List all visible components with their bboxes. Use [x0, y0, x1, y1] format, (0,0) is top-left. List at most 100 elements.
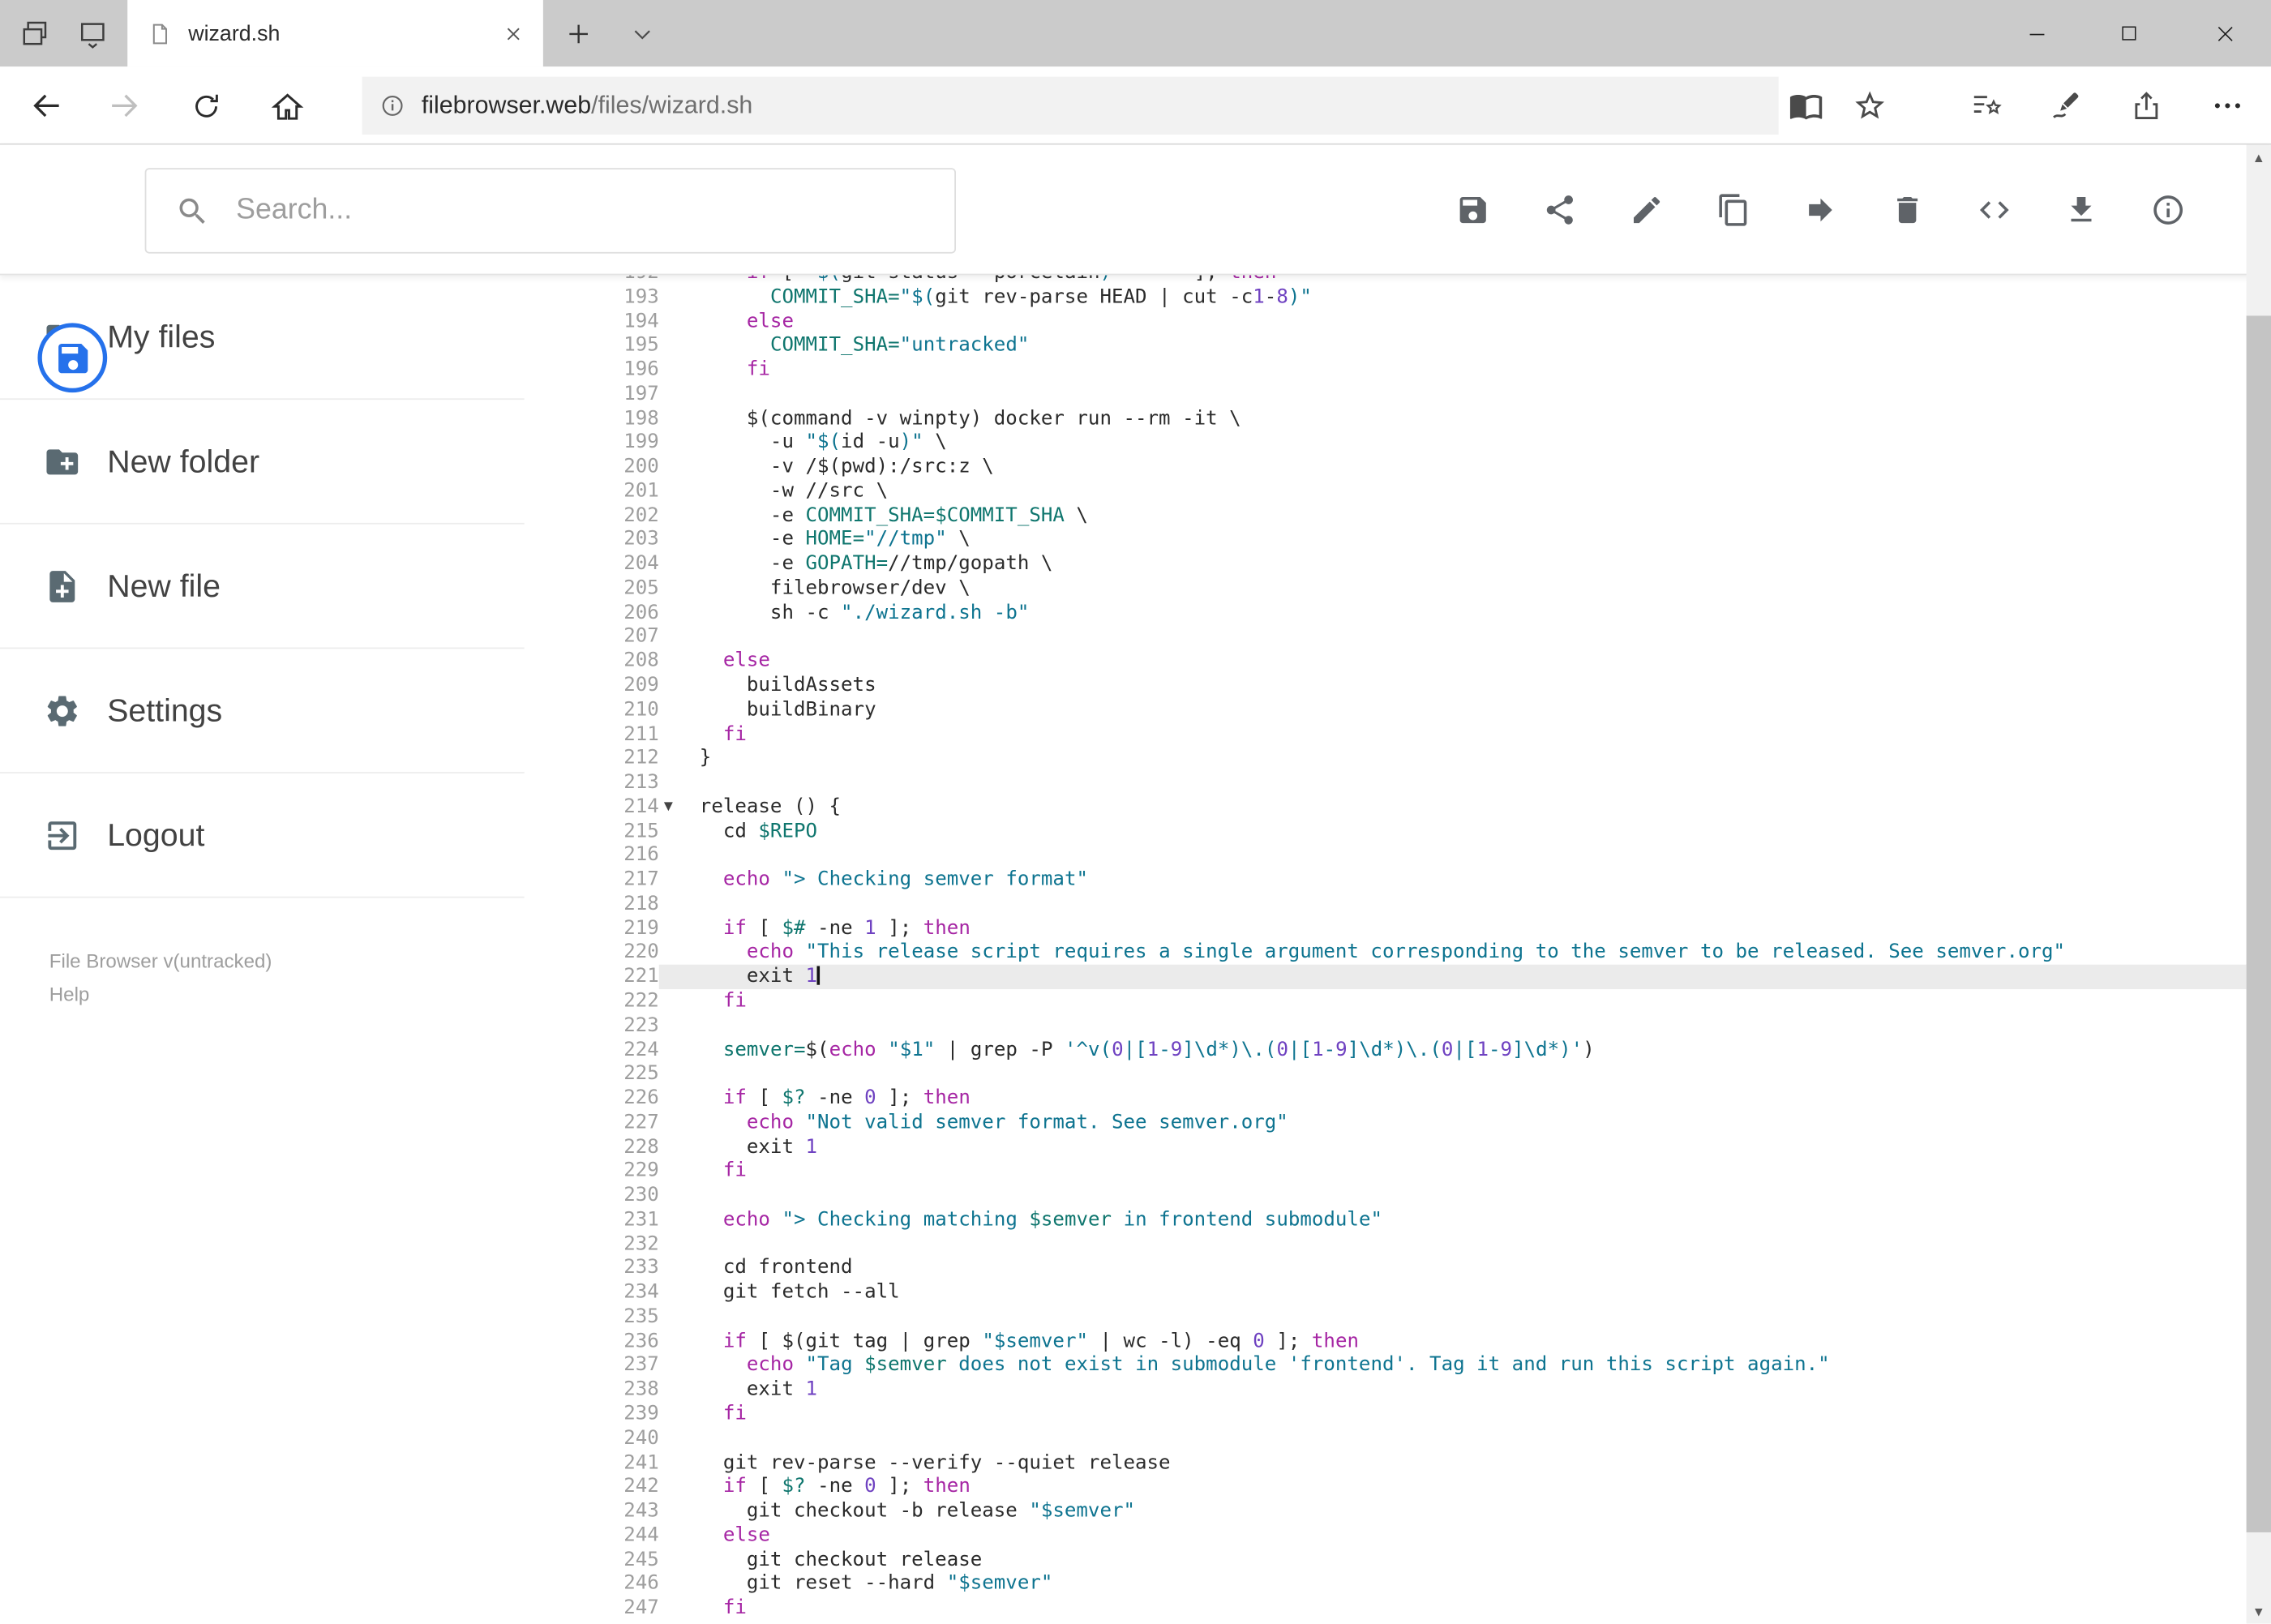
- code-text[interactable]: fi: [678, 1402, 2247, 1426]
- code-text[interactable]: fi: [678, 358, 2247, 382]
- code-text[interactable]: exit 1: [678, 1378, 2247, 1402]
- download-icon[interactable]: [2064, 193, 2099, 228]
- code-text[interactable]: sh -c "./wizard.sh -b": [678, 601, 2247, 625]
- code-text[interactable]: COMMIT_SHA="untracked": [678, 333, 2247, 358]
- code-line[interactable]: 236 if [ $(git tag | grep "$semver" | wc…: [603, 1329, 2247, 1354]
- address-bar[interactable]: filebrowser.web/files/wizard.sh: [362, 76, 1779, 135]
- code-line[interactable]: 197: [603, 382, 2247, 407]
- code-text[interactable]: }: [678, 747, 2247, 771]
- code-line[interactable]: 227 echo "Not valid semver format. See s…: [603, 1110, 2247, 1135]
- code-line[interactable]: 214 ▼ release () {: [603, 795, 2247, 820]
- code-line[interactable]: 196 fi: [603, 358, 2247, 383]
- close-tab-icon[interactable]: [504, 24, 523, 42]
- code-text[interactable]: [678, 892, 2247, 916]
- code-line[interactable]: 222 fi: [603, 989, 2247, 1013]
- code-line[interactable]: 198 $(command -v winpty) docker run --rm…: [603, 406, 2247, 431]
- info-icon[interactable]: [2151, 193, 2186, 228]
- code-line[interactable]: 206 sh -c "./wizard.sh -b": [603, 600, 2247, 625]
- code-line[interactable]: 193 COMMIT_SHA="$(git rev-parse HEAD | c…: [603, 285, 2247, 310]
- code-line[interactable]: 204 -e GOPATH=//tmp/gopath \: [603, 551, 2247, 576]
- code-line[interactable]: 228 exit 1: [603, 1134, 2247, 1159]
- code-line[interactable]: 208 else: [603, 649, 2247, 674]
- hub-icon[interactable]: [1958, 77, 2016, 135]
- code-text[interactable]: cd frontend: [678, 1256, 2247, 1280]
- code-text[interactable]: -u "$(id -u)" \: [678, 431, 2247, 455]
- url-text[interactable]: filebrowser.web/files/wizard.sh: [422, 92, 752, 121]
- code-text[interactable]: if [ $(git tag | grep "$semver" | wc -l)…: [678, 1329, 2247, 1353]
- maximize-icon[interactable]: [2083, 0, 2175, 66]
- code-line[interactable]: 233 cd frontend: [603, 1256, 2247, 1281]
- code-line[interactable]: 229 fi: [603, 1159, 2247, 1184]
- scroll-up-icon[interactable]: ▲: [2247, 145, 2271, 169]
- close-icon[interactable]: [2179, 0, 2271, 66]
- code-text[interactable]: else: [678, 649, 2247, 674]
- code-text[interactable]: buildBinary: [678, 698, 2247, 722]
- search-box[interactable]: [144, 168, 956, 254]
- code-text[interactable]: buildAssets: [678, 674, 2247, 698]
- code-text[interactable]: fi: [678, 989, 2247, 1013]
- code-text[interactable]: [678, 843, 2247, 868]
- file-browser-logo[interactable]: [37, 323, 108, 393]
- code-text[interactable]: git reset --hard "$semver": [678, 1572, 2247, 1596]
- code-line[interactable]: 239 fi: [603, 1402, 2247, 1427]
- code-line[interactable]: 240: [603, 1426, 2247, 1451]
- code-text[interactable]: [678, 770, 2247, 795]
- code-line[interactable]: 205 filebrowser/dev \: [603, 576, 2247, 601]
- code-line[interactable]: 209 buildAssets: [603, 673, 2247, 698]
- forward-icon[interactable]: [96, 77, 153, 135]
- code-line[interactable]: 213: [603, 770, 2247, 795]
- code-line[interactable]: 194 else: [603, 309, 2247, 334]
- code-text[interactable]: -w //src \: [678, 479, 2247, 503]
- code-line[interactable]: 219 if [ $# -ne 1 ]; then: [603, 916, 2247, 941]
- back-icon[interactable]: [17, 77, 75, 135]
- code-text[interactable]: -v /$(pwd):/src:z \: [678, 455, 2247, 479]
- sidebar-item-new-file[interactable]: New file: [0, 525, 525, 649]
- code-text[interactable]: filebrowser/dev \: [678, 576, 2247, 601]
- page-scrollbar[interactable]: ▲ ▼: [2246, 144, 2271, 1624]
- code-editor[interactable]: 192 if [ "$(git status --porcelain)" = "…: [603, 260, 2247, 1624]
- fold-arrow-icon[interactable]: ▼: [659, 795, 678, 819]
- code-line[interactable]: 211 fi: [603, 722, 2247, 747]
- code-line[interactable]: 218: [603, 892, 2247, 917]
- search-input[interactable]: [236, 194, 926, 228]
- scroll-down-icon[interactable]: ▼: [2247, 1599, 2271, 1623]
- code-text[interactable]: -e GOPATH=//tmp/gopath \: [678, 552, 2247, 576]
- edit-icon[interactable]: [1630, 193, 1665, 228]
- code-text[interactable]: git rev-parse --verify --quiet release: [678, 1450, 2247, 1475]
- code-text[interactable]: fi: [678, 1159, 2247, 1184]
- home-icon[interactable]: [258, 77, 315, 135]
- code-line[interactable]: 234 git fetch --all: [603, 1280, 2247, 1305]
- code-text[interactable]: -e COMMIT_SHA=$COMMIT_SHA \: [678, 503, 2247, 528]
- code-text[interactable]: $(command -v winpty) docker run --rm -it…: [678, 406, 2247, 431]
- more-icon[interactable]: [2199, 77, 2256, 135]
- code-text[interactable]: fi: [678, 722, 2247, 747]
- code-text[interactable]: [678, 1013, 2247, 1038]
- ink-icon[interactable]: [2037, 77, 2095, 135]
- code-line[interactable]: 246 git reset --hard "$semver": [603, 1571, 2247, 1596]
- code-line[interactable]: 224 semver=$(echo "$1" | grep -P '^v(0|[…: [603, 1037, 2247, 1062]
- sidebar-item-logout[interactable]: Logout: [0, 773, 525, 898]
- share-icon[interactable]: [2118, 77, 2175, 135]
- code-text[interactable]: echo "This release script requires a sin…: [678, 941, 2247, 965]
- code-text[interactable]: else: [678, 1523, 2247, 1548]
- scrollbar-thumb[interactable]: [2246, 315, 2271, 1532]
- code-line[interactable]: 241 git rev-parse --verify --quiet relea…: [603, 1450, 2247, 1476]
- code-line[interactable]: 232: [603, 1232, 2247, 1257]
- set-tabs-aside-icon[interactable]: [6, 0, 63, 66]
- code-text[interactable]: exit 1: [678, 1135, 2247, 1159]
- help-link[interactable]: Help: [49, 978, 272, 1011]
- code-line[interactable]: 237 echo "Tag $semver does not exist in …: [603, 1353, 2247, 1378]
- code-text[interactable]: git checkout release: [678, 1548, 2247, 1572]
- code-text[interactable]: [678, 382, 2247, 406]
- favorite-star-icon[interactable]: [1840, 77, 1898, 135]
- code-line[interactable]: 247 fi: [603, 1596, 2247, 1621]
- code-text[interactable]: else: [678, 309, 2247, 333]
- code-line[interactable]: 202 -e COMMIT_SHA=$COMMIT_SHA \: [603, 503, 2247, 528]
- code-line[interactable]: 201 -w //src \: [603, 479, 2247, 504]
- code-text[interactable]: cd $REPO: [678, 819, 2247, 843]
- code-line[interactable]: 235: [603, 1305, 2247, 1330]
- minimize-icon[interactable]: [1990, 0, 2082, 66]
- code-line[interactable]: 203 -e HOME="//tmp" \: [603, 527, 2247, 552]
- page-info-icon[interactable]: [379, 92, 405, 118]
- code-text[interactable]: echo "Not valid semver format. See semve…: [678, 1111, 2247, 1135]
